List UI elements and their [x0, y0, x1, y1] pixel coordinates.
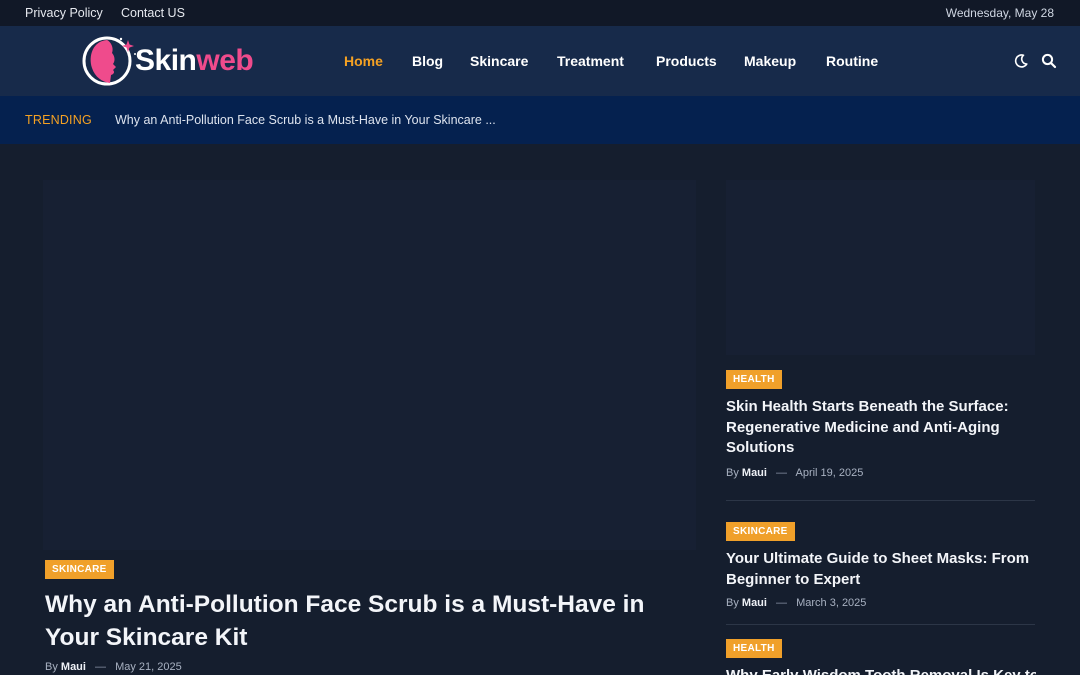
post-divider	[726, 624, 1035, 625]
side-post-2-category-badge[interactable]: SKINCARE	[726, 522, 795, 541]
side-post-2-author[interactable]: Maui	[742, 597, 767, 609]
current-date: Wednesday, May 28	[945, 6, 1054, 20]
nav-item-products[interactable]: Products	[656, 53, 717, 69]
meta-separator: —	[776, 597, 788, 609]
trending-headline-link[interactable]: Why an Anti-Pollution Face Scrub is a Mu…	[115, 113, 496, 127]
nav-item-skincare[interactable]: Skincare	[470, 53, 528, 69]
featured-category-badge[interactable]: SKINCARE	[45, 560, 114, 579]
side-post-1-author[interactable]: Maui	[742, 467, 767, 479]
meta-by: By	[726, 597, 739, 609]
site-logo[interactable]: Skinweb	[80, 34, 270, 88]
nav-item-routine[interactable]: Routine	[826, 53, 878, 69]
meta-by: By	[45, 661, 58, 673]
featured-post-meta: By Maui — May 21, 2025	[45, 661, 182, 673]
trending-label: TRENDING	[25, 113, 92, 127]
side-post-3-category-badge[interactable]: HEALTH	[726, 639, 782, 658]
logo-word-web: web	[196, 44, 254, 77]
featured-post-author[interactable]: Maui	[61, 661, 86, 673]
side-post-2-title[interactable]: Your Ultimate Guide to Sheet Masks: From…	[726, 549, 1036, 590]
trending-bar: TRENDING Why an Anti-Pollution Face Scru…	[0, 96, 1080, 144]
side-post-image[interactable]	[726, 180, 1035, 355]
nav-item-makeup[interactable]: Makeup	[744, 53, 796, 69]
logo-word-skin: Skin	[135, 44, 197, 77]
nav-item-home[interactable]: Home	[344, 53, 383, 69]
moon-icon[interactable]	[1013, 53, 1029, 69]
top-bar: Privacy Policy Contact US Wednesday, May…	[0, 0, 1080, 26]
post-divider	[726, 500, 1035, 501]
meta-separator: —	[776, 467, 788, 479]
side-post-2-meta: By Maui — March 3, 2025	[726, 597, 866, 609]
featured-post-date: May 21, 2025	[115, 661, 182, 673]
privacy-policy-link[interactable]: Privacy Policy	[25, 6, 103, 20]
side-post-1-title[interactable]: Skin Health Starts Beneath the Surface: …	[726, 397, 1036, 459]
side-post-3-title[interactable]: Why Early Wisdom Tooth Removal Is Key to	[726, 666, 1036, 675]
side-post-1-category-badge[interactable]: HEALTH	[726, 370, 782, 389]
side-post-1-meta: By Maui — April 19, 2025	[726, 467, 863, 479]
meta-separator: —	[95, 661, 107, 673]
contact-us-link[interactable]: Contact US	[121, 6, 185, 20]
search-icon[interactable]	[1041, 53, 1057, 69]
nav-item-blog[interactable]: Blog	[412, 53, 443, 69]
logo-wordmark: Skinweb	[135, 44, 254, 78]
meta-by: By	[726, 467, 739, 479]
side-post-2-date: March 3, 2025	[796, 597, 867, 609]
featured-post-image[interactable]	[43, 180, 696, 550]
featured-post-title[interactable]: Why an Anti-Pollution Face Scrub is a Mu…	[45, 588, 685, 654]
nav-item-treatment[interactable]: Treatment	[557, 53, 624, 69]
side-post-1-date: April 19, 2025	[795, 467, 864, 479]
site-header: Skinweb Home Blog Skincare Treatment Pro…	[0, 26, 1080, 96]
logo-face-icon	[82, 36, 136, 86]
